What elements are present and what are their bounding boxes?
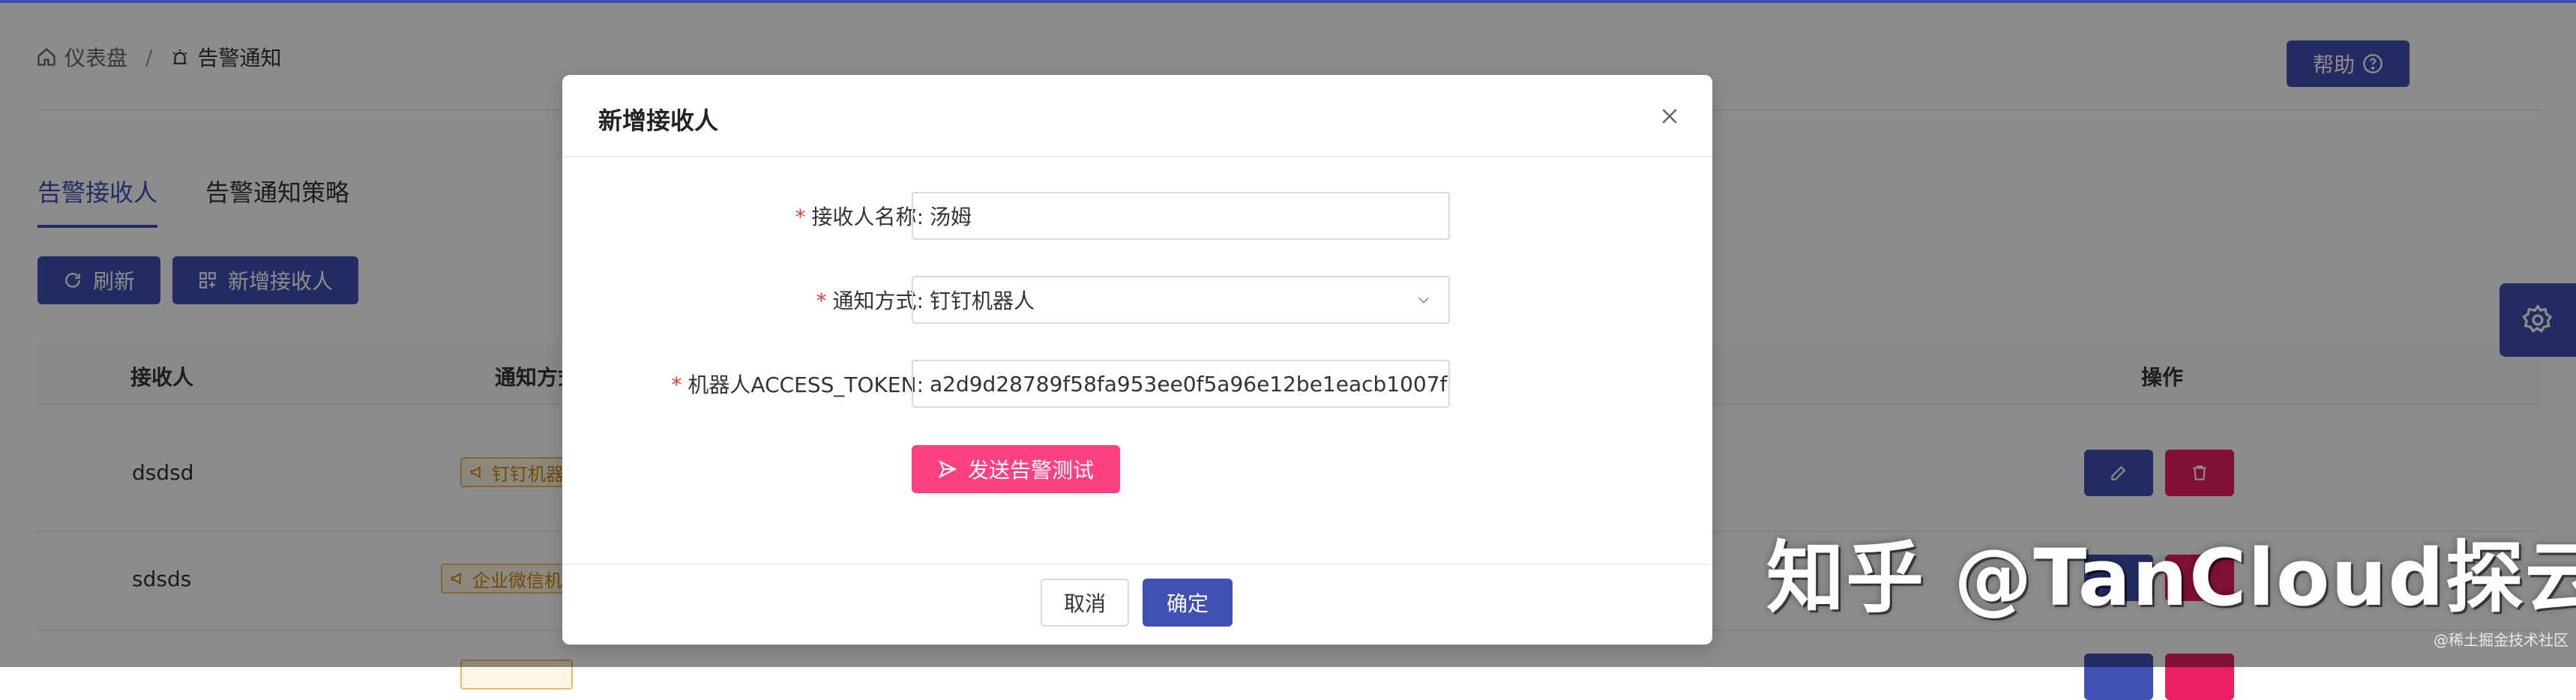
watermark-small: @稀土掘金技术社区 bbox=[2434, 631, 2569, 649]
required-mark: * bbox=[671, 372, 682, 397]
cancel-label: 取消 bbox=[1063, 591, 1106, 616]
notify-method-select[interactable]: 钉钉机器人 bbox=[912, 276, 1450, 324]
chevron-down-icon bbox=[1415, 292, 1432, 308]
dialog-header-divider bbox=[562, 156, 1712, 157]
receiver-name-input[interactable]: 汤姆 bbox=[912, 192, 1450, 240]
notify-method-value: 钉钉机器人 bbox=[930, 289, 1035, 313]
receiver-name-label: * 接收人名称: bbox=[795, 201, 924, 231]
watermark: 知乎 @TanCloud探云 bbox=[1766, 532, 2576, 624]
access-token-input[interactable]: a2d9d28789f58fa953ee0f5a96e12be1eacb1007… bbox=[912, 360, 1450, 408]
dialog-footer-divider bbox=[562, 564, 1712, 565]
receiver-name-value: 汤姆 bbox=[930, 205, 972, 229]
required-mark: * bbox=[816, 289, 827, 313]
send-icon bbox=[938, 459, 957, 479]
add-receiver-dialog: 新增接收人 * 接收人名称: 汤姆 * 通知方式: 钉钉机器人 * 机器人ACCESS… bbox=[562, 75, 1712, 645]
notify-method-label-text: 通知方式 bbox=[832, 289, 917, 313]
access-token-value: a2d9d28789f58fa953ee0f5a96e12be1eacb1007… bbox=[930, 371, 1450, 396]
close-button[interactable] bbox=[1658, 105, 1681, 127]
access-token-label-text: 机器人ACCESS_TOKEN bbox=[687, 372, 917, 397]
confirm-button[interactable]: 确定 bbox=[1143, 579, 1233, 627]
confirm-label: 确定 bbox=[1166, 591, 1209, 616]
required-mark: * bbox=[795, 205, 806, 229]
close-icon bbox=[1658, 105, 1681, 127]
cancel-button[interactable]: 取消 bbox=[1041, 579, 1129, 627]
access-token-label: * 机器人ACCESS_TOKEN: bbox=[671, 369, 924, 399]
receiver-name-label-text: 接收人名称 bbox=[811, 205, 917, 229]
dialog-title: 新增接收人 bbox=[598, 106, 719, 135]
send-test-label: 发送告警测试 bbox=[967, 458, 1094, 483]
notify-method-label: * 通知方式: bbox=[816, 285, 924, 315]
send-test-button[interactable]: 发送告警测试 bbox=[912, 445, 1120, 493]
